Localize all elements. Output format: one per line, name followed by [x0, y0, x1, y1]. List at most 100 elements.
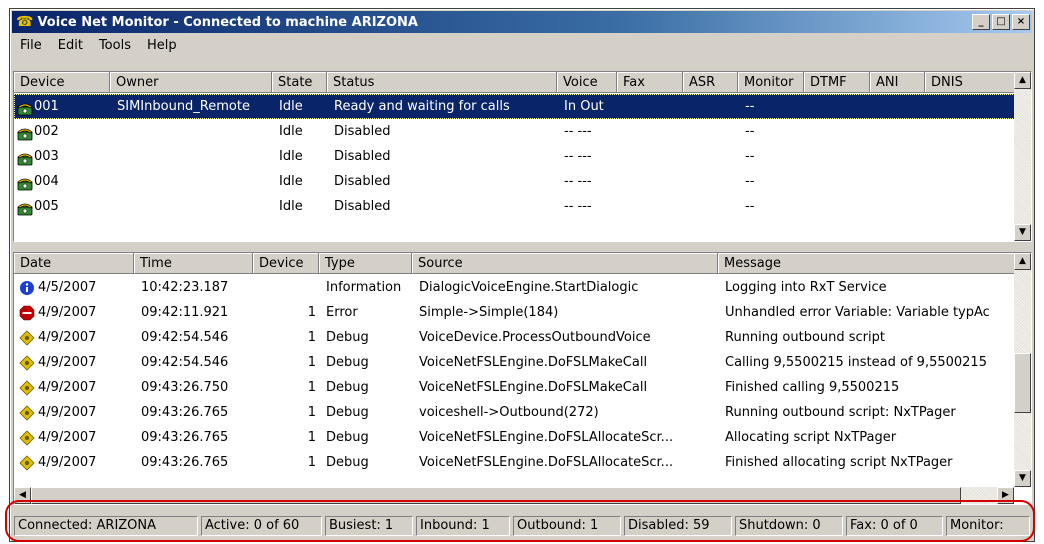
scroll-left-button[interactable]: ◀	[14, 487, 31, 504]
device-row[interactable]: 002 Idle Disabled -- --- --	[14, 119, 1015, 144]
log-row[interactable]: 4/5/2007 10:42:23.187 Information DialogicV…	[14, 275, 1015, 300]
log-source-cell: Simple->Simple(184)	[419, 305, 559, 320]
device-status-cell: Disabled	[334, 199, 391, 214]
column-header-device[interactable]: Device	[14, 72, 110, 93]
log-date-cell: 4/9/2007	[16, 375, 96, 400]
column-header-time[interactable]: Time	[134, 253, 253, 274]
device-owner-cell: SIMInbound_Remote	[117, 99, 250, 114]
scroll-up-button[interactable]: ▲	[1014, 253, 1031, 270]
device-monitor-cell: --	[745, 149, 755, 164]
device-monitor-cell: --	[745, 99, 755, 114]
title-bar[interactable]: ☎ Voice Net Monitor - Connected to machi…	[12, 11, 1032, 33]
device-voice-cell: In Out	[564, 99, 604, 114]
device-device-cell: 003	[14, 144, 59, 169]
device-row[interactable]: 003 Idle Disabled -- --- --	[14, 144, 1015, 169]
log-row[interactable]: 4/9/2007 09:43:26.765 1 Debug VoiceNetFSLEng…	[14, 425, 1015, 450]
horizontal-scroll-thumb[interactable]	[31, 487, 961, 504]
log-type-cell: Debug	[326, 455, 369, 470]
log-row[interactable]: 4/9/2007 09:42:11.921 1 Error Simple->Simple…	[14, 300, 1015, 325]
log-date-cell: 4/9/2007	[16, 425, 96, 450]
log-row[interactable]: 4/9/2007 09:42:54.546 1 Debug VoiceNetFSLEng…	[14, 350, 1015, 375]
status-fax: Fax: 0 of 0	[846, 516, 943, 536]
status-disabled: Disabled: 59	[624, 516, 732, 536]
log-time-cell: 09:43:26.765	[141, 430, 229, 445]
log-row[interactable]: 4/9/2007 09:43:26.765 1 Debug voiceshell->Ou…	[14, 400, 1015, 425]
log-type-cell: Debug	[326, 405, 369, 420]
device-voice-cell: -- ---	[564, 149, 592, 164]
devices-list[interactable]: Device Owner State Status Voice Fax ASR …	[13, 71, 1032, 242]
device-id: 004	[34, 174, 59, 189]
phone-icon: ☎	[16, 14, 34, 30]
event-log-list[interactable]: Date Time Device Type Source Message 4/5…	[13, 252, 1032, 505]
log-message-cell: Unhandled error Variable: Variable typAc	[725, 305, 990, 320]
log-device-cell: 1	[307, 430, 316, 445]
column-header-asr[interactable]: ASR	[683, 72, 738, 93]
log-device-cell: 1	[307, 305, 316, 320]
log-date-cell: 4/9/2007	[16, 350, 96, 375]
log-row[interactable]: 4/9/2007 09:42:54.546 1 Debug VoiceDevice.Pr…	[14, 325, 1015, 350]
column-header-status[interactable]: Status	[327, 72, 557, 93]
device-row[interactable]: 004 Idle Disabled -- --- --	[14, 169, 1015, 194]
device-state-cell: Idle	[279, 124, 303, 139]
log-device-cell: 1	[307, 405, 316, 420]
status-active: Active: 0 of 60	[201, 516, 322, 536]
minimize-button[interactable]: _	[972, 14, 990, 30]
column-header-state[interactable]: State	[272, 72, 327, 93]
log-row[interactable]: 4/9/2007 09:43:26.750 1 Debug VoiceNetFSLEng…	[14, 375, 1015, 400]
column-header-log-device[interactable]: Device	[253, 253, 319, 274]
device-monitor-cell: --	[745, 124, 755, 139]
devices-vertical-scrollbar[interactable]: ▲ ▼	[1014, 72, 1031, 241]
log-vertical-scrollbar[interactable]: ▲ ▼	[1014, 253, 1031, 487]
log-type-cell: Debug	[326, 355, 369, 370]
menu-edit[interactable]: Edit	[50, 38, 91, 53]
scroll-down-button[interactable]: ▼	[1014, 224, 1031, 241]
column-header-source[interactable]: Source	[412, 253, 718, 274]
device-id: 002	[34, 124, 59, 139]
scroll-right-button[interactable]: ▶	[997, 487, 1014, 504]
log-date: 4/9/2007	[38, 330, 97, 345]
log-source-cell: VoiceNetFSLEngine.DoFSLMakeCall	[419, 380, 648, 395]
log-time-cell: 09:42:54.546	[141, 330, 229, 345]
maximize-button[interactable]: □	[992, 14, 1010, 30]
column-header-type[interactable]: Type	[319, 253, 412, 274]
log-horizontal-scrollbar[interactable]: ◀ ▶	[14, 487, 1014, 504]
column-header-voice[interactable]: Voice	[557, 72, 617, 93]
status-monitor: Monitor:	[946, 516, 1030, 536]
device-monitor-cell: --	[745, 199, 755, 214]
device-device-cell: 002	[14, 119, 59, 144]
column-header-fax[interactable]: Fax	[617, 72, 683, 93]
device-row[interactable]: 005 Idle Disabled -- --- --	[14, 194, 1015, 219]
status-bar: Connected: ARIZONA Active: 0 of 60 Busie…	[12, 514, 1032, 536]
log-message-cell: Allocating script NxTPager	[725, 430, 897, 445]
log-time-cell: 09:42:11.921	[141, 305, 229, 320]
column-header-owner[interactable]: Owner	[110, 72, 272, 93]
menu-help[interactable]: Help	[139, 38, 185, 53]
scroll-up-button[interactable]: ▲	[1014, 72, 1031, 89]
column-header-date[interactable]: Date	[14, 253, 134, 274]
device-status-cell: Disabled	[334, 149, 391, 164]
device-device-cell: 005	[14, 194, 59, 219]
menu-file[interactable]: File	[12, 38, 50, 53]
scroll-down-button[interactable]: ▼	[1014, 470, 1031, 487]
scroll-thumb[interactable]	[1014, 353, 1031, 413]
debug-icon	[19, 454, 35, 471]
status-busiest: Busiest: 1	[325, 516, 413, 536]
column-header-monitor[interactable]: Monitor	[738, 72, 804, 93]
column-header-ani[interactable]: ANI	[870, 72, 925, 93]
column-header-message[interactable]: Message	[718, 253, 1016, 274]
log-time-cell: 09:43:26.750	[141, 380, 229, 395]
device-id: 003	[34, 149, 59, 164]
device-row[interactable]: 001 SIMInbound_Remote Idle Ready and waitin…	[14, 94, 1015, 119]
column-header-dtmf[interactable]: DTMF	[804, 72, 870, 93]
close-button[interactable]: ×	[1012, 14, 1030, 30]
device-status-cell: Disabled	[334, 124, 391, 139]
debug-icon	[19, 354, 35, 371]
info-icon	[19, 280, 35, 296]
column-header-dnis[interactable]: DNIS	[925, 72, 1016, 93]
log-source-cell: VoiceNetFSLEngine.DoFSLAllocateScr...	[419, 455, 674, 470]
log-row[interactable]: 4/9/2007 09:43:26.765 1 Debug VoiceNetFSLEng…	[14, 450, 1015, 475]
log-message-cell: Running outbound script	[725, 330, 885, 345]
menu-tools[interactable]: Tools	[91, 38, 139, 53]
log-source-cell: VoiceNetFSLEngine.DoFSLAllocateScr...	[419, 430, 674, 445]
debug-icon	[19, 404, 35, 421]
